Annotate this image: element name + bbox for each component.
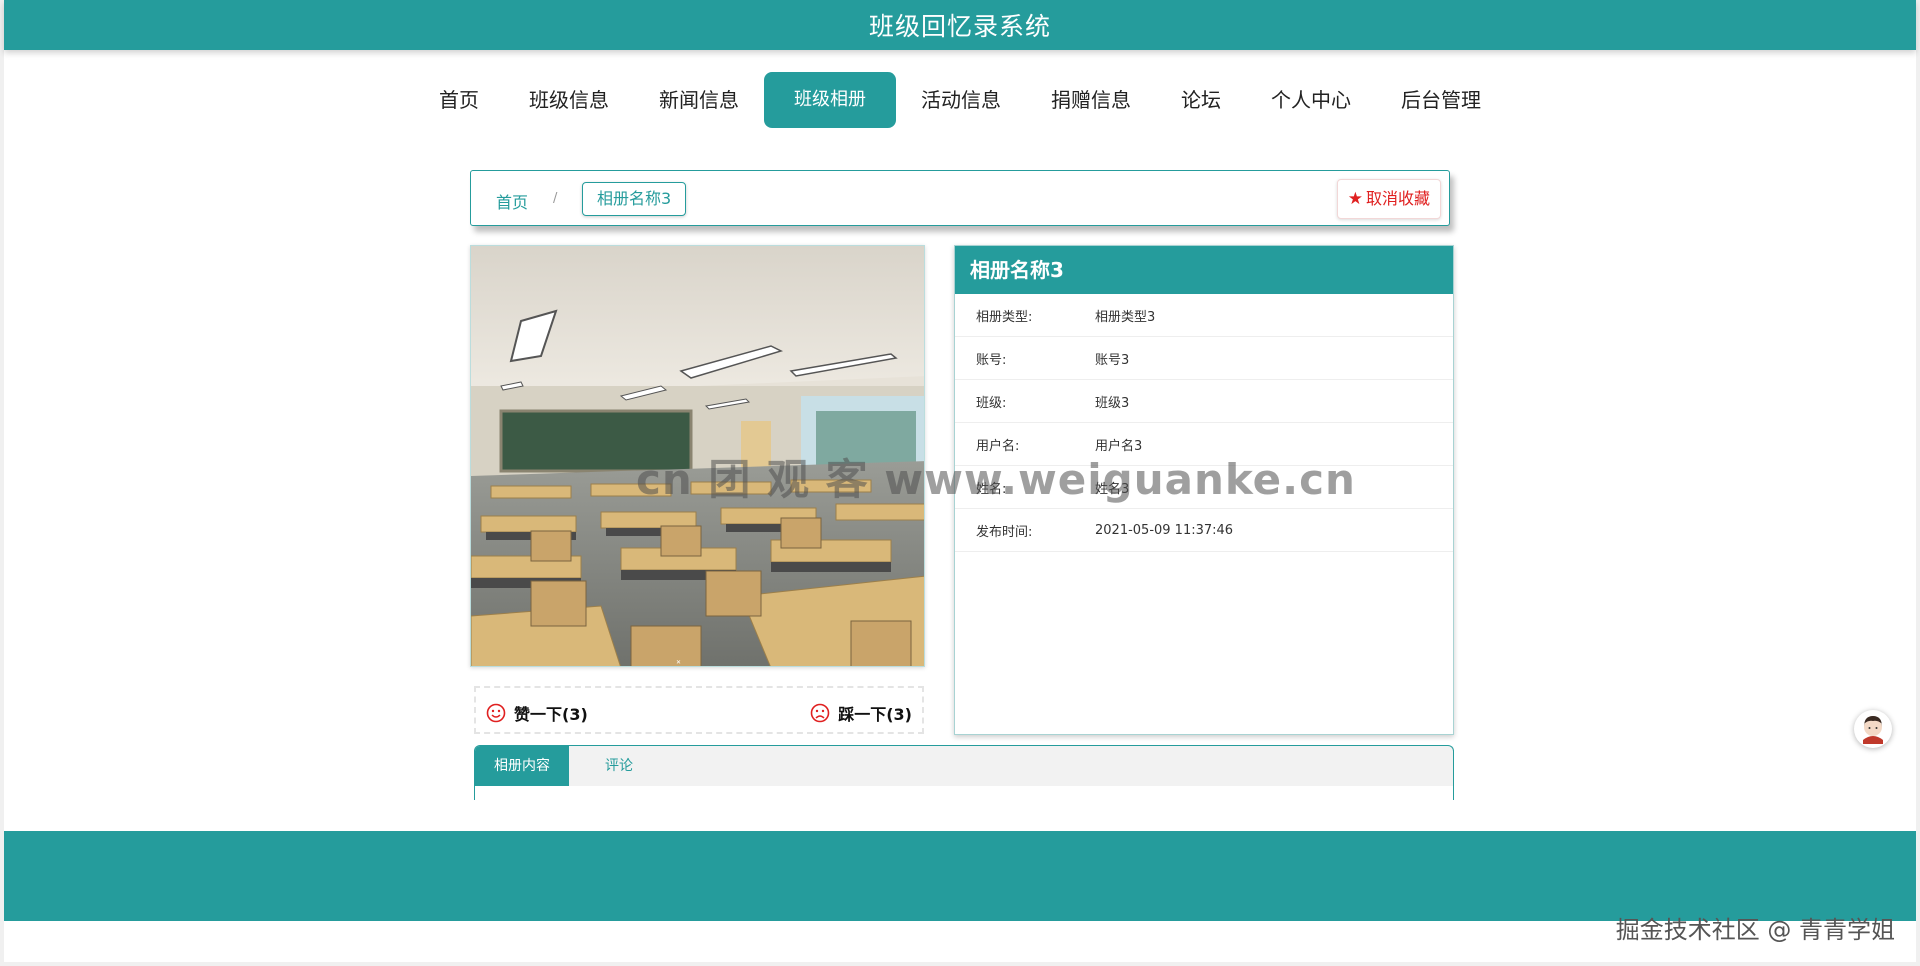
info-label: 班级: [976,395,1007,411]
credit-text: 掘金技术社区 @ 青青学姐 [1615,916,1895,944]
album-photo: ✕ [470,245,925,667]
classroom-image: ✕ [471,246,924,666]
unfavorite-button[interactable]: ★ 取消收藏 [1336,179,1441,219]
page: 班级回忆录系统 首页 班级信息 新闻信息 班级相册 活动信息 捐赠信息 论坛 个… [4,0,1916,962]
detail-tabs: 相册内容 评论 [474,745,1454,800]
info-value: 相册类型3 [1095,309,1156,325]
header-bar: 班级回忆录系统 [4,0,1916,50]
info-value: 用户名3 [1095,438,1143,454]
main-nav: 首页 班级信息 新闻信息 班级相册 活动信息 捐赠信息 论坛 个人中心 后台管理 [4,72,1916,128]
info-label: 账号: [976,352,1007,368]
breadcrumb-separator: / [553,191,558,206]
breadcrumb: 首页 / 相册名称3 ★ 取消收藏 [470,170,1450,226]
star-icon: ★ [1347,189,1363,209]
info-row-account: 账号: 账号3 [955,337,1453,380]
album-info-panel: 相册名称3 相册类型: 相册类型3 账号: 账号3 班级: 班级3 用户名: 用… [954,245,1454,735]
info-value: 2021-05-09 11:37:46 [1095,522,1234,538]
info-label: 姓名: [976,481,1007,497]
nav-item-class-album[interactable]: 班级相册 [764,72,896,128]
site-title: 班级回忆录系统 [868,12,1051,41]
dislike-label: 踩一下(3) [838,705,912,724]
album-info-title: 相册名称3 [955,246,1453,294]
info-value: 班级3 [1095,395,1130,411]
info-label: 发布时间: [976,524,1033,540]
like-button[interactable]: 赞一下(3) [486,701,588,725]
tab-album-content[interactable]: 相册内容 [475,746,569,786]
svg-text:✕: ✕ [676,659,681,666]
chat-avatar-button[interactable] [1854,710,1892,748]
unfavorite-label: 取消收藏 [1365,189,1430,208]
info-value: 姓名3 [1095,481,1130,497]
breadcrumb-home-link[interactable]: 首页 [496,189,528,213]
info-row-publish-time: 发布时间: 2021-05-09 11:37:46 [955,509,1453,552]
breadcrumb-current: 相册名称3 [582,182,687,216]
nav-item-forum[interactable]: 论坛 [1156,72,1246,128]
info-row-class: 班级: 班级3 [955,380,1453,423]
nav-item-personal-center[interactable]: 个人中心 [1246,72,1376,128]
avatar-icon [1863,716,1883,744]
info-row-name: 姓名: 姓名3 [955,466,1453,509]
smile-icon [486,703,506,723]
tab-comments[interactable]: 评论 [605,746,633,786]
nav-item-home[interactable]: 首页 [414,72,504,128]
nav-item-news[interactable]: 新闻信息 [634,72,764,128]
info-row-username: 用户名: 用户名3 [955,423,1453,466]
info-label: 用户名: [976,438,1020,454]
nav-item-class-info[interactable]: 班级信息 [504,72,634,128]
like-label: 赞一下(3) [514,705,588,724]
frown-icon [810,703,830,723]
nav-item-donations[interactable]: 捐赠信息 [1026,72,1156,128]
vote-bar: 赞一下(3) 踩一下(3) [474,686,924,734]
info-value: 账号3 [1095,352,1130,368]
nav-item-admin[interactable]: 后台管理 [1376,72,1506,128]
tab-body [475,786,1453,800]
footer-bar [4,831,1916,921]
dislike-button[interactable]: 踩一下(3) [810,701,912,725]
nav-item-activities[interactable]: 活动信息 [896,72,1026,128]
info-row-album-type: 相册类型: 相册类型3 [955,294,1453,337]
info-label: 相册类型: [976,309,1033,325]
